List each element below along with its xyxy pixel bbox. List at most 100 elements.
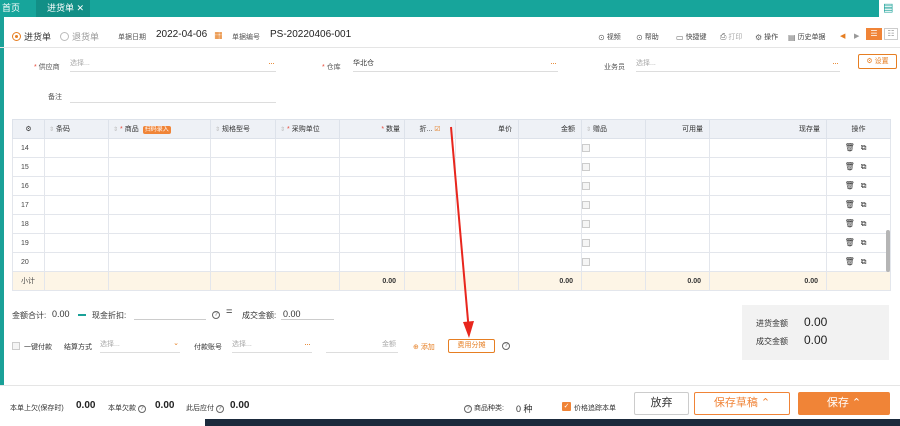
col-spec[interactable]: ⇕ 规格型号 bbox=[210, 119, 276, 139]
close-icon[interactable]: ✕ bbox=[76, 0, 84, 16]
column-settings-header[interactable]: ⚙ bbox=[12, 119, 45, 139]
delete-icon[interactable]: 🗑 bbox=[845, 238, 861, 247]
prev-arrow-icon[interactable]: ◀ bbox=[840, 32, 845, 40]
row-actions[interactable]: 🗑⧉ bbox=[826, 233, 891, 253]
row-actions[interactable]: 🗑⧉ bbox=[826, 252, 891, 272]
operate-button[interactable]: ⚙ 操作 bbox=[755, 32, 778, 42]
more-icon[interactable]: ··· bbox=[832, 57, 839, 69]
amount-input[interactable]: 金额 bbox=[326, 339, 398, 353]
delete-icon[interactable]: 🗑 bbox=[845, 200, 861, 209]
row-actions[interactable]: 🗑⧉ bbox=[826, 214, 891, 234]
gift-checkbox[interactable] bbox=[582, 163, 590, 171]
delete-icon[interactable]: 🗑 bbox=[845, 181, 861, 190]
radio-purchase[interactable]: 进货单 bbox=[12, 30, 51, 43]
col-unit[interactable]: ⇕ * 采购单位 bbox=[275, 119, 340, 139]
gift-checkbox[interactable] bbox=[582, 258, 590, 266]
shortcut-button[interactable]: ▭ 快捷键 bbox=[676, 32, 707, 42]
staff-input[interactable]: 选择... ··· bbox=[636, 58, 840, 72]
copy-icon[interactable]: ⧉ bbox=[861, 181, 873, 190]
col-barcode[interactable]: ⇕ 条码 bbox=[44, 119, 109, 139]
row-actions[interactable]: 🗑⧉ bbox=[826, 176, 891, 196]
col-qty[interactable]: * 数量 bbox=[339, 119, 405, 139]
more-icon[interactable]: ··· bbox=[268, 57, 275, 69]
deal-input[interactable] bbox=[281, 307, 334, 320]
settings-button[interactable]: ⚙ 设置 bbox=[858, 54, 897, 69]
tab-home[interactable]: 首页 bbox=[2, 1, 20, 15]
row-actions[interactable]: 🗑⧉ bbox=[826, 195, 891, 215]
history-button[interactable]: ▤ 历史单据 bbox=[788, 32, 826, 42]
gift-checkbox[interactable] bbox=[582, 182, 590, 190]
table-row[interactable]: 20 🗑⧉ bbox=[12, 252, 891, 272]
table-row[interactable]: 15 🗑⧉ bbox=[12, 157, 891, 177]
copy-icon[interactable]: ⧉ bbox=[861, 162, 873, 171]
table-row[interactable]: 14 🗑⧉ bbox=[12, 138, 891, 158]
gift-checkbox[interactable] bbox=[582, 144, 590, 152]
delete-icon[interactable]: 🗑 bbox=[845, 219, 861, 228]
col-available[interactable]: 可用量 bbox=[645, 119, 710, 139]
copy-icon[interactable]: ⧉ bbox=[861, 257, 873, 266]
cash-discount-input[interactable] bbox=[134, 307, 206, 320]
supplier-input[interactable]: 选择... ··· bbox=[70, 58, 276, 72]
row-actions[interactable]: 🗑⧉ bbox=[826, 157, 891, 177]
col-gift[interactable]: ⇕ 赠品 bbox=[581, 119, 646, 139]
table-row[interactable]: 18 🗑⧉ bbox=[12, 214, 891, 234]
col-amount[interactable]: 金额 bbox=[518, 119, 582, 139]
next-arrow-icon[interactable]: ▶ bbox=[854, 32, 859, 40]
account-placeholder: 选择... bbox=[232, 341, 252, 348]
remark-input[interactable] bbox=[70, 89, 276, 103]
help-circle-icon[interactable]: ? bbox=[502, 342, 510, 350]
copy-icon[interactable]: ⧉ bbox=[861, 238, 873, 247]
warehouse-input[interactable]: 华北仓 ··· bbox=[353, 58, 558, 72]
row-number: 17 bbox=[12, 195, 45, 215]
edit-icon[interactable]: ☑ bbox=[434, 126, 440, 133]
payable-label: 此后应付 ? bbox=[186, 403, 224, 413]
delete-icon[interactable]: 🗑 bbox=[845, 257, 861, 266]
cost-share-button[interactable]: 费用分摊 bbox=[448, 339, 495, 353]
table-row[interactable]: 19 🗑⧉ bbox=[12, 233, 891, 253]
scan-entry-button[interactable]: 扫码录入 bbox=[142, 126, 171, 134]
copy-icon[interactable]: ⧉ bbox=[861, 143, 873, 152]
settle-select[interactable]: 选择... ⌄ bbox=[100, 339, 180, 353]
delete-icon[interactable]: 🗑 bbox=[845, 143, 861, 152]
delete-icon[interactable]: 🗑 bbox=[845, 162, 861, 171]
debt-label: 本单欠款 ? bbox=[108, 403, 146, 413]
copy-icon[interactable]: ⧉ bbox=[861, 219, 873, 228]
print-button[interactable]: ⎙ 打印 bbox=[720, 32, 742, 42]
gift-checkbox[interactable] bbox=[582, 220, 590, 228]
gift-checkbox[interactable] bbox=[582, 239, 590, 247]
more-icon[interactable]: ··· bbox=[304, 338, 311, 350]
col-discount[interactable]: 折... ☑ bbox=[404, 119, 456, 139]
col-price[interactable]: 单价 bbox=[455, 119, 519, 139]
table-row[interactable]: 16 🗑⧉ bbox=[12, 176, 891, 196]
tabbar-menu[interactable]: ▤ bbox=[879, 0, 900, 17]
radio-return[interactable]: 退货单 bbox=[60, 30, 99, 43]
col-stock[interactable]: 现存量 bbox=[709, 119, 827, 139]
col-product[interactable]: ⇕ * 商品 扫码录入 bbox=[108, 119, 211, 139]
calendar-icon[interactable]: ▦ bbox=[214, 30, 223, 41]
date-value[interactable]: 2022-04-06 bbox=[156, 29, 207, 40]
more-icon[interactable]: ··· bbox=[550, 57, 557, 69]
account-input[interactable]: 选择... ··· bbox=[232, 339, 312, 353]
docno-value[interactable]: PS-20220406-001 bbox=[270, 29, 351, 40]
one-click-pay-checkbox[interactable] bbox=[12, 342, 20, 350]
help-button[interactable]: ⊙ 帮助 bbox=[636, 32, 659, 42]
gift-checkbox[interactable] bbox=[582, 201, 590, 209]
table-row[interactable]: 17 🗑⧉ bbox=[12, 195, 891, 215]
cancel-button[interactable]: 放弃 bbox=[634, 392, 689, 415]
save-draft-button[interactable]: 保存草稿 ⌃ bbox=[694, 392, 790, 415]
document-header: 进货单 退货单 单据日期 2022-04-06 ▦ 单据编号 PS-202204… bbox=[0, 22, 900, 48]
row-actions[interactable]: 🗑⧉ bbox=[826, 138, 891, 158]
add-payment-button[interactable]: ⊕ 添加 bbox=[413, 342, 435, 352]
list-view-icon[interactable]: ☰ bbox=[866, 28, 882, 40]
copy-icon[interactable]: ⧉ bbox=[861, 200, 873, 209]
price-trace-checkbox[interactable]: ✓ bbox=[562, 402, 571, 411]
help-circle-icon[interactable]: ? bbox=[212, 311, 220, 319]
table-scrollbar[interactable] bbox=[886, 230, 890, 272]
supplier-label: * 供应商 bbox=[34, 64, 60, 71]
warehouse-value: 华北仓 bbox=[353, 60, 374, 67]
operate-label: 操作 bbox=[764, 34, 779, 41]
video-button[interactable]: ⊙ 视频 bbox=[598, 32, 621, 42]
tab-purchase-order[interactable]: 进货单 ✕ bbox=[36, 0, 90, 17]
detail-view-icon[interactable]: ☷ bbox=[884, 28, 898, 40]
save-button[interactable]: 保存 ⌃ bbox=[798, 392, 890, 415]
